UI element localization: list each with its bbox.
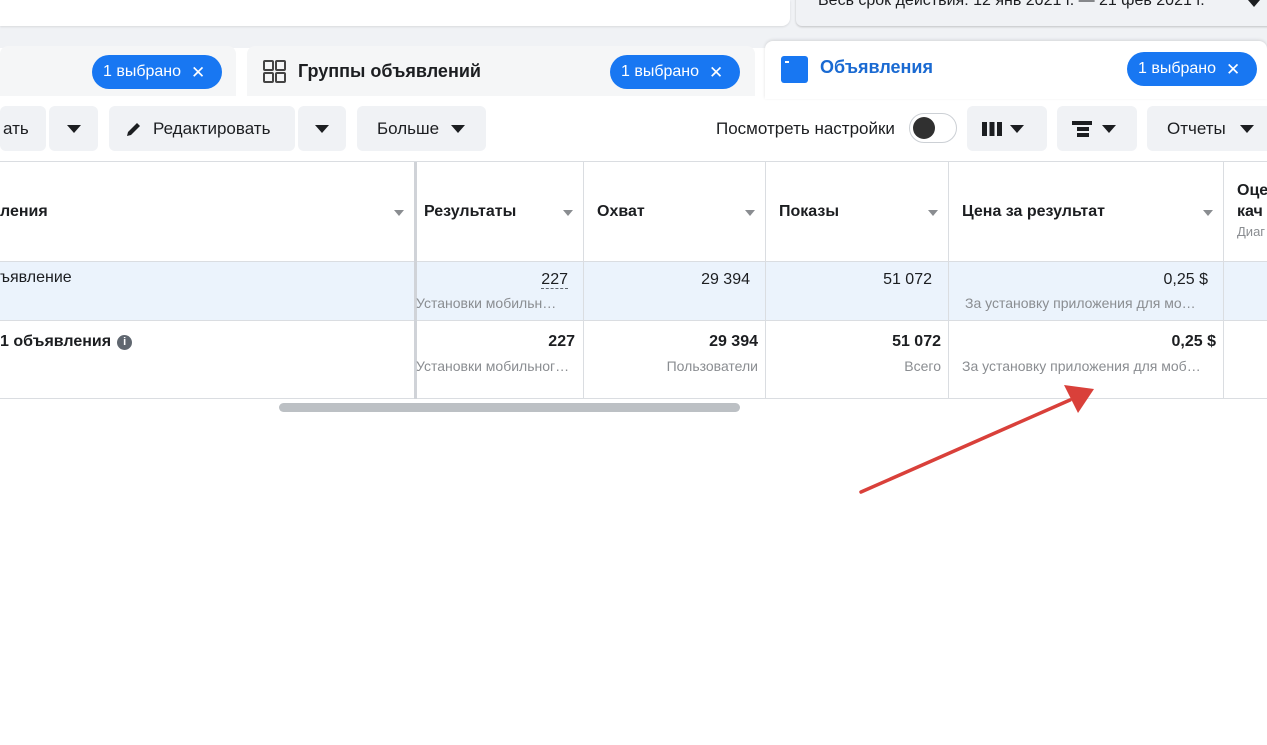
total-results-value: 227 (548, 333, 575, 350)
caret-down-icon (315, 124, 329, 133)
duplicate-button-label: ать (3, 118, 29, 138)
view-settings-label: Посмотреть настройки (716, 119, 895, 138)
caret-down-icon (451, 124, 466, 133)
total-impressions-type: Всего (904, 358, 941, 374)
caret-down-icon (1239, 124, 1254, 133)
edit-button[interactable]: Редактировать (109, 106, 295, 151)
ads-icon (781, 56, 808, 83)
total-cost-per-result-value: 0,25 $ (1171, 333, 1216, 350)
tab-ads[interactable]: Объявления 1 выбрано ✕ (765, 41, 1267, 99)
header-card (0, 0, 790, 26)
column-divider (583, 162, 584, 399)
more-button[interactable]: Больше (357, 106, 486, 151)
more-button-label: Больше (377, 118, 440, 138)
column-header-results[interactable]: Результаты (424, 203, 516, 221)
column-divider (765, 162, 766, 399)
impressions-value: 51 072 (883, 271, 932, 288)
total-reach-value: 29 394 (709, 333, 758, 350)
column-header-name[interactable]: ления (0, 203, 48, 221)
column-header-quality[interactable]: Оце (1237, 182, 1267, 200)
columns-button[interactable] (967, 106, 1047, 151)
columns-icon (982, 121, 1002, 136)
close-icon[interactable]: ✕ (191, 64, 205, 81)
close-icon[interactable]: ✕ (1226, 61, 1240, 78)
column-header-cost-per-result[interactable]: Цена за результат (962, 203, 1105, 221)
column-header-quality-line2: кач (1237, 203, 1263, 220)
sort-icon[interactable] (928, 210, 938, 216)
total-row-label: 1 объявления i (0, 333, 133, 351)
results-value[interactable]: 227 (430, 271, 568, 289)
results-type: Установки мобильн… (416, 295, 557, 311)
reach-value: 29 394 (701, 271, 750, 288)
cost-per-result-type: За установку приложения для мо… (965, 295, 1196, 311)
caret-down-icon (1102, 124, 1116, 133)
info-icon[interactable]: i (117, 335, 133, 350)
results-value-text[interactable]: 227 (541, 271, 568, 289)
tab-campaigns[interactable]: 1 выбрано ✕ (0, 46, 236, 96)
header-divider (0, 261, 1267, 262)
edit-button-label: Редактировать (153, 118, 271, 138)
total-row-label-text: 1 объявления (0, 333, 112, 350)
badge-label: 1 выбрано (621, 63, 700, 80)
chevron-down-icon (1248, 0, 1260, 7)
ads-table: ления Результаты Охват Показы Цена за ре… (0, 162, 1267, 399)
total-impressions-value: 51 072 (892, 333, 941, 350)
view-settings-toggle[interactable] (909, 113, 957, 143)
column-header-quality-sub: Диаг (1237, 224, 1266, 239)
cost-per-result-value: 0,25 $ (1163, 271, 1208, 288)
breakdown-button[interactable] (1057, 106, 1137, 151)
badge-label: 1 выбрано (1138, 60, 1217, 77)
selected-badge-ads[interactable]: 1 выбрано ✕ (1127, 52, 1257, 86)
edit-dropdown-button[interactable] (298, 106, 346, 151)
caret-down-icon (1010, 124, 1024, 133)
selected-badge-ad-sets[interactable]: 1 выбрано ✕ (610, 55, 740, 89)
tab-label: Объявления (820, 57, 933, 77)
grid-icon (263, 60, 286, 83)
pencil-icon (127, 122, 140, 136)
sort-icon[interactable] (563, 210, 573, 216)
total-cost-per-result-type: За установку приложения для моб… (962, 358, 1201, 374)
total-reach-type: Пользователи (666, 358, 758, 374)
sort-icon[interactable] (394, 210, 404, 216)
breakdown-icon (1072, 120, 1092, 137)
duplicate-button[interactable]: ать (0, 106, 46, 151)
caret-down-icon (66, 124, 81, 133)
ad-name[interactable]: ъявление (0, 269, 72, 287)
column-divider (948, 162, 949, 399)
column-header-reach[interactable]: Охват (597, 203, 645, 221)
close-icon[interactable]: ✕ (709, 64, 723, 81)
duplicate-dropdown-button[interactable] (49, 106, 98, 151)
selected-badge-campaigns[interactable]: 1 выбрано ✕ (92, 55, 222, 89)
reports-button[interactable]: Отчеты (1147, 106, 1267, 151)
row-divider (0, 320, 1267, 321)
tab-label: Группы объявлений (298, 61, 481, 81)
tab-ad-sets[interactable]: Группы объявлений 1 выбрано ✕ (247, 46, 755, 96)
column-header-impressions[interactable]: Показы (779, 203, 839, 221)
badge-label: 1 выбрано (103, 63, 182, 80)
reports-button-label: Отчеты (1167, 118, 1226, 138)
horizontal-scrollbar[interactable] (279, 403, 740, 412)
column-divider (1223, 162, 1224, 399)
toggle-knob (913, 117, 935, 139)
sort-icon[interactable] (745, 210, 755, 216)
date-range-label: Весь срок действия: 12 янв 2021 г. — 21 … (818, 0, 1205, 9)
date-range-picker[interactable]: Весь срок действия: 12 янв 2021 г. — 21 … (796, 0, 1267, 26)
total-results-type: Установки мобильног… (416, 358, 570, 374)
table-bottom-divider (0, 398, 1267, 399)
sort-icon[interactable] (1203, 210, 1213, 216)
